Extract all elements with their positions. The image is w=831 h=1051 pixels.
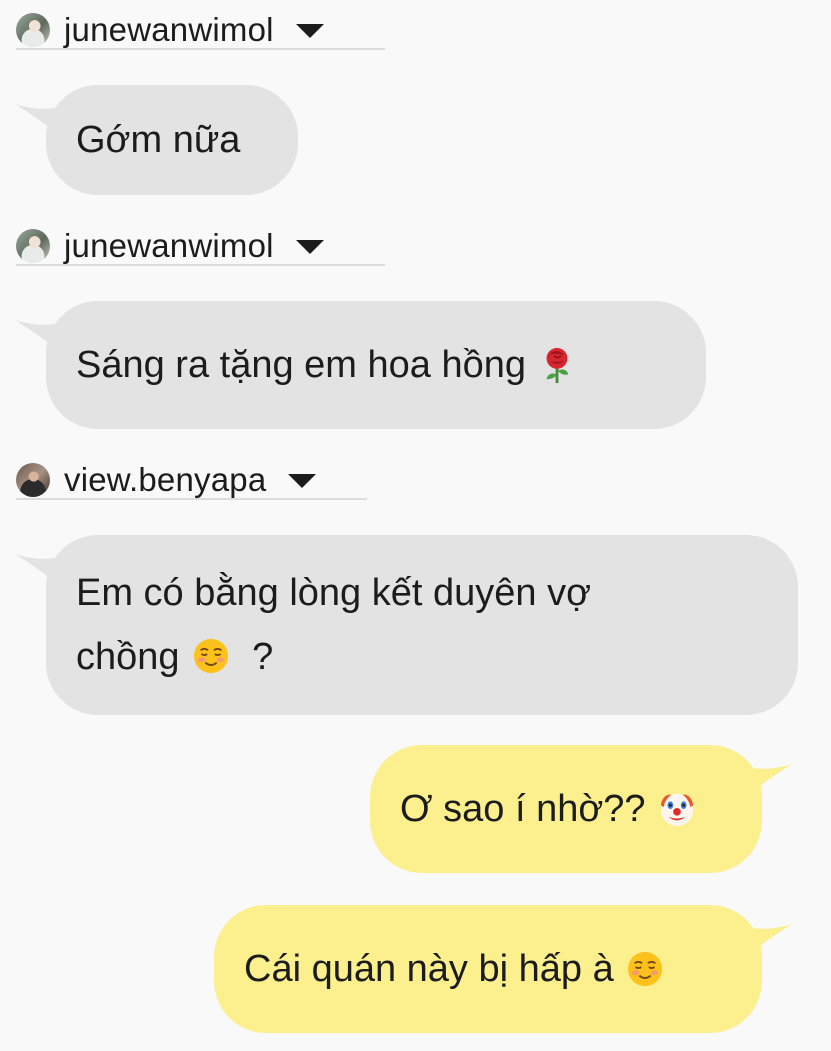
caret-down-icon[interactable]: [288, 474, 317, 488]
smiling-face-icon: [627, 951, 662, 987]
chat-thread: junewanwimol Gớm nữa junewanwimol Sáng r…: [0, 0, 831, 1051]
avatar[interactable]: [16, 13, 50, 47]
message-line: chồng ?: [76, 625, 273, 689]
message-bubble[interactable]: Sáng ra tặng em hoa hồng: [46, 301, 706, 429]
message-text: Em có bằng lòng kết duyên vợ: [76, 572, 592, 614]
smiling-face-icon: [193, 638, 228, 674]
rose-icon: [546, 347, 569, 384]
message-text: chồng: [76, 636, 180, 678]
message-bubble[interactable]: Ơ sao í nhờ??: [370, 745, 762, 873]
message-text: Sáng ra tặng em hoa hồng: [76, 344, 527, 386]
avatar[interactable]: [16, 229, 50, 263]
sender-header[interactable]: view.benyapa: [16, 461, 367, 500]
avatar[interactable]: [16, 463, 50, 497]
message-bubble[interactable]: Cái quán này bị hấp à: [214, 905, 762, 1033]
message-text: Cái quán này bị hấp à: [244, 948, 614, 990]
clown-face-icon: [660, 793, 693, 827]
sender-header[interactable]: junewanwimol: [16, 11, 385, 50]
sender-name: view.benyapa: [64, 461, 267, 498]
sender-name: junewanwimol: [64, 227, 274, 264]
message-bubble[interactable]: Gớm nữa: [46, 85, 298, 195]
message-text: Ơ sao í nhờ??: [400, 788, 646, 830]
sender-name: junewanwimol: [64, 11, 274, 48]
message-bubble[interactable]: Em có bằng lòng kết duyên vợ chồng ?: [46, 535, 798, 715]
message-text: Gớm nữa: [76, 119, 241, 161]
message-line: Em có bằng lòng kết duyên vợ: [76, 561, 591, 625]
caret-down-icon[interactable]: [295, 240, 324, 254]
sender-header[interactable]: junewanwimol: [16, 227, 385, 266]
message-text: ?: [252, 636, 274, 678]
caret-down-icon[interactable]: [295, 24, 324, 38]
